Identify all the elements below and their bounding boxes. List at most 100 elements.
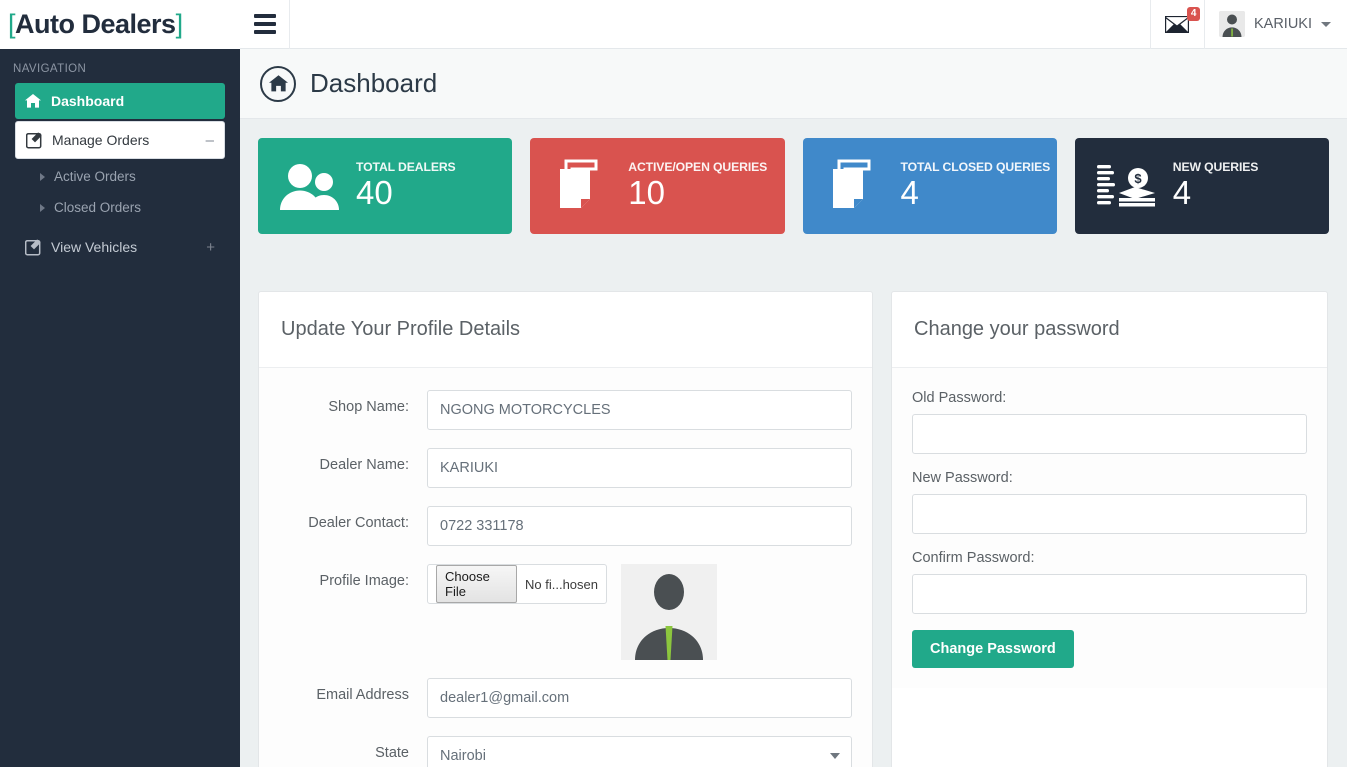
form-row-dealer-contact: Dealer Contact: xyxy=(279,506,852,546)
profile-image-preview xyxy=(621,564,717,660)
user-name: KARIUKI xyxy=(1253,16,1312,32)
user-menu[interactable]: KARIUKI xyxy=(1203,0,1347,49)
svg-text:$: $ xyxy=(1134,171,1142,186)
new-password-input[interactable] xyxy=(912,494,1307,534)
dealer-contact-label: Dealer Contact: xyxy=(308,515,409,531)
shop-name-input[interactable] xyxy=(427,390,852,430)
dealer-contact-input[interactable] xyxy=(427,506,852,546)
form-group-confirm-password: Confirm Password: xyxy=(912,550,1307,614)
file-input[interactable]: Choose File No fi...hosen xyxy=(427,564,607,604)
topbar: 4 KARIUKI xyxy=(240,0,1347,49)
choose-file-button[interactable]: Choose File xyxy=(436,565,517,603)
sidebar-item-dashboard[interactable]: Dashboard xyxy=(15,83,225,119)
profile-panel: Update Your Profile Details Shop Name: D… xyxy=(258,291,873,767)
stat-card-label: TOTAL CLOSED QUERIES xyxy=(900,160,1051,174)
brand-logo-text: [Auto Dealers] xyxy=(8,9,183,40)
password-panel: Change your password Old Password: New P… xyxy=(891,291,1328,767)
stat-card-value: 4 xyxy=(900,174,919,211)
document-icon xyxy=(817,157,891,215)
stat-card-label: ACTIVE/OPEN QUERIES xyxy=(628,160,768,174)
messages-button[interactable]: 4 xyxy=(1149,0,1204,49)
profile-panel-title: Update Your Profile Details xyxy=(259,292,872,368)
menu-bar xyxy=(253,22,276,26)
profile-panel-body: Shop Name: Dealer Name: xyxy=(259,368,872,767)
form-row-state: State xyxy=(279,736,852,767)
main-area: 4 KARIUKI Dashboard TOTAL DEALERS 40 ACT… xyxy=(240,0,1347,767)
sidebar: [Auto Dealers] NAVIGATION Dashboard Mana… xyxy=(0,0,240,767)
sidebar-subitem-active-orders[interactable]: Active Orders xyxy=(0,161,240,192)
stat-cards: TOTAL DEALERS 40 ACTIVE/OPEN QUERIES 10 … xyxy=(258,119,1329,234)
envelope-icon: 4 xyxy=(1165,6,1201,33)
home-icon xyxy=(25,94,51,108)
brand-name: Auto Dealers xyxy=(15,9,176,39)
state-control xyxy=(427,736,852,767)
edit-icon xyxy=(25,238,51,256)
bracket-open: [ xyxy=(8,9,16,39)
sidebar-item-view-vehicles[interactable]: View Vehicles + xyxy=(15,229,225,265)
stat-card-text: ACTIVE/OPEN QUERIES 10 xyxy=(628,160,767,212)
state-select[interactable] xyxy=(427,736,852,767)
sidebar-subitem-label: Closed Orders xyxy=(54,200,142,215)
dealer-name-input[interactable] xyxy=(427,448,852,488)
shop-name-control xyxy=(427,390,852,430)
menu-bar xyxy=(253,14,276,18)
brand-logo[interactable]: [Auto Dealers] xyxy=(0,0,240,49)
state-label: State xyxy=(375,745,409,761)
sidebar-item-manage-orders[interactable]: Manage Orders – xyxy=(15,121,225,159)
old-password-label: Old Password: xyxy=(912,390,1007,406)
file-status-text: No fi...hosen xyxy=(525,576,598,592)
password-panel-title: Change your password xyxy=(892,292,1327,368)
stat-card-label: NEW QUERIES xyxy=(1172,160,1259,174)
shop-name-label: Shop Name: xyxy=(328,399,409,415)
profile-image-label: Profile Image: xyxy=(319,573,409,589)
sidebar-subitem-closed-orders[interactable]: Closed Orders xyxy=(0,192,240,223)
dealer-name-control xyxy=(427,448,852,488)
stat-card-value: 10 xyxy=(628,174,665,211)
sidebar-item-sign: – xyxy=(205,131,214,149)
sidebar-subitem-label: Active Orders xyxy=(54,169,136,184)
page-title: Dashboard xyxy=(310,68,438,98)
old-password-input[interactable] xyxy=(912,414,1307,454)
dealer-contact-control xyxy=(427,506,852,546)
bracket-close: ] xyxy=(175,9,184,39)
form-row-email: Email Address xyxy=(279,678,852,718)
panels-row: Update Your Profile Details Shop Name: D… xyxy=(258,234,1329,767)
document-icon xyxy=(544,157,618,215)
email-input[interactable] xyxy=(427,678,852,718)
chevron-right-icon xyxy=(40,203,45,212)
form-group-old-password: Old Password: xyxy=(912,390,1307,454)
page-header: Dashboard xyxy=(240,49,1347,119)
sidebar-nav-title: NAVIGATION xyxy=(13,63,87,75)
confirm-password-input[interactable] xyxy=(912,574,1307,614)
chevron-right-icon xyxy=(40,172,45,181)
stat-card-value: 40 xyxy=(356,174,393,211)
form-row-shop-name: Shop Name: xyxy=(279,390,852,430)
chevron-down-icon xyxy=(1321,21,1331,27)
edit-icon xyxy=(26,131,52,149)
money-icon: $ xyxy=(1089,159,1163,213)
password-panel-body: Old Password: New Password: Confirm Pass… xyxy=(892,368,1327,688)
content-area: TOTAL DEALERS 40 ACTIVE/OPEN QUERIES 10 … xyxy=(240,119,1347,767)
sidebar-item-sign: + xyxy=(206,238,215,256)
users-icon xyxy=(272,160,346,212)
stat-card-total-dealers[interactable]: TOTAL DEALERS 40 xyxy=(258,138,513,234)
app-root: [Auto Dealers] NAVIGATION Dashboard Mana… xyxy=(0,0,1347,767)
menu-icon[interactable] xyxy=(240,0,290,49)
stat-card-active-open-queries[interactable]: ACTIVE/OPEN QUERIES 10 xyxy=(530,138,785,234)
new-password-label: New Password: xyxy=(912,470,1013,486)
confirm-password-label: Confirm Password: xyxy=(912,550,1035,566)
form-row-dealer-name: Dealer Name: xyxy=(279,448,852,488)
stat-card-label: TOTAL DEALERS xyxy=(356,160,456,174)
change-password-button[interactable]: Change Password xyxy=(912,630,1074,668)
stat-card-new-queries[interactable]: $ NEW QUERIES 4 xyxy=(1074,138,1329,234)
menu-bar xyxy=(253,30,276,34)
avatar xyxy=(1218,11,1245,37)
profile-image-control: Choose File No fi...hosen xyxy=(427,564,852,660)
messages-badge: 4 xyxy=(1186,6,1201,21)
sidebar-item-label: Dashboard xyxy=(51,93,125,109)
dealer-name-label: Dealer Name: xyxy=(319,457,409,473)
sidebar-item-label: Manage Orders xyxy=(52,132,150,148)
stat-card-total-closed-queries[interactable]: TOTAL CLOSED QUERIES 4 xyxy=(802,138,1057,234)
email-control xyxy=(427,678,852,718)
stat-card-value: 4 xyxy=(1172,174,1192,211)
